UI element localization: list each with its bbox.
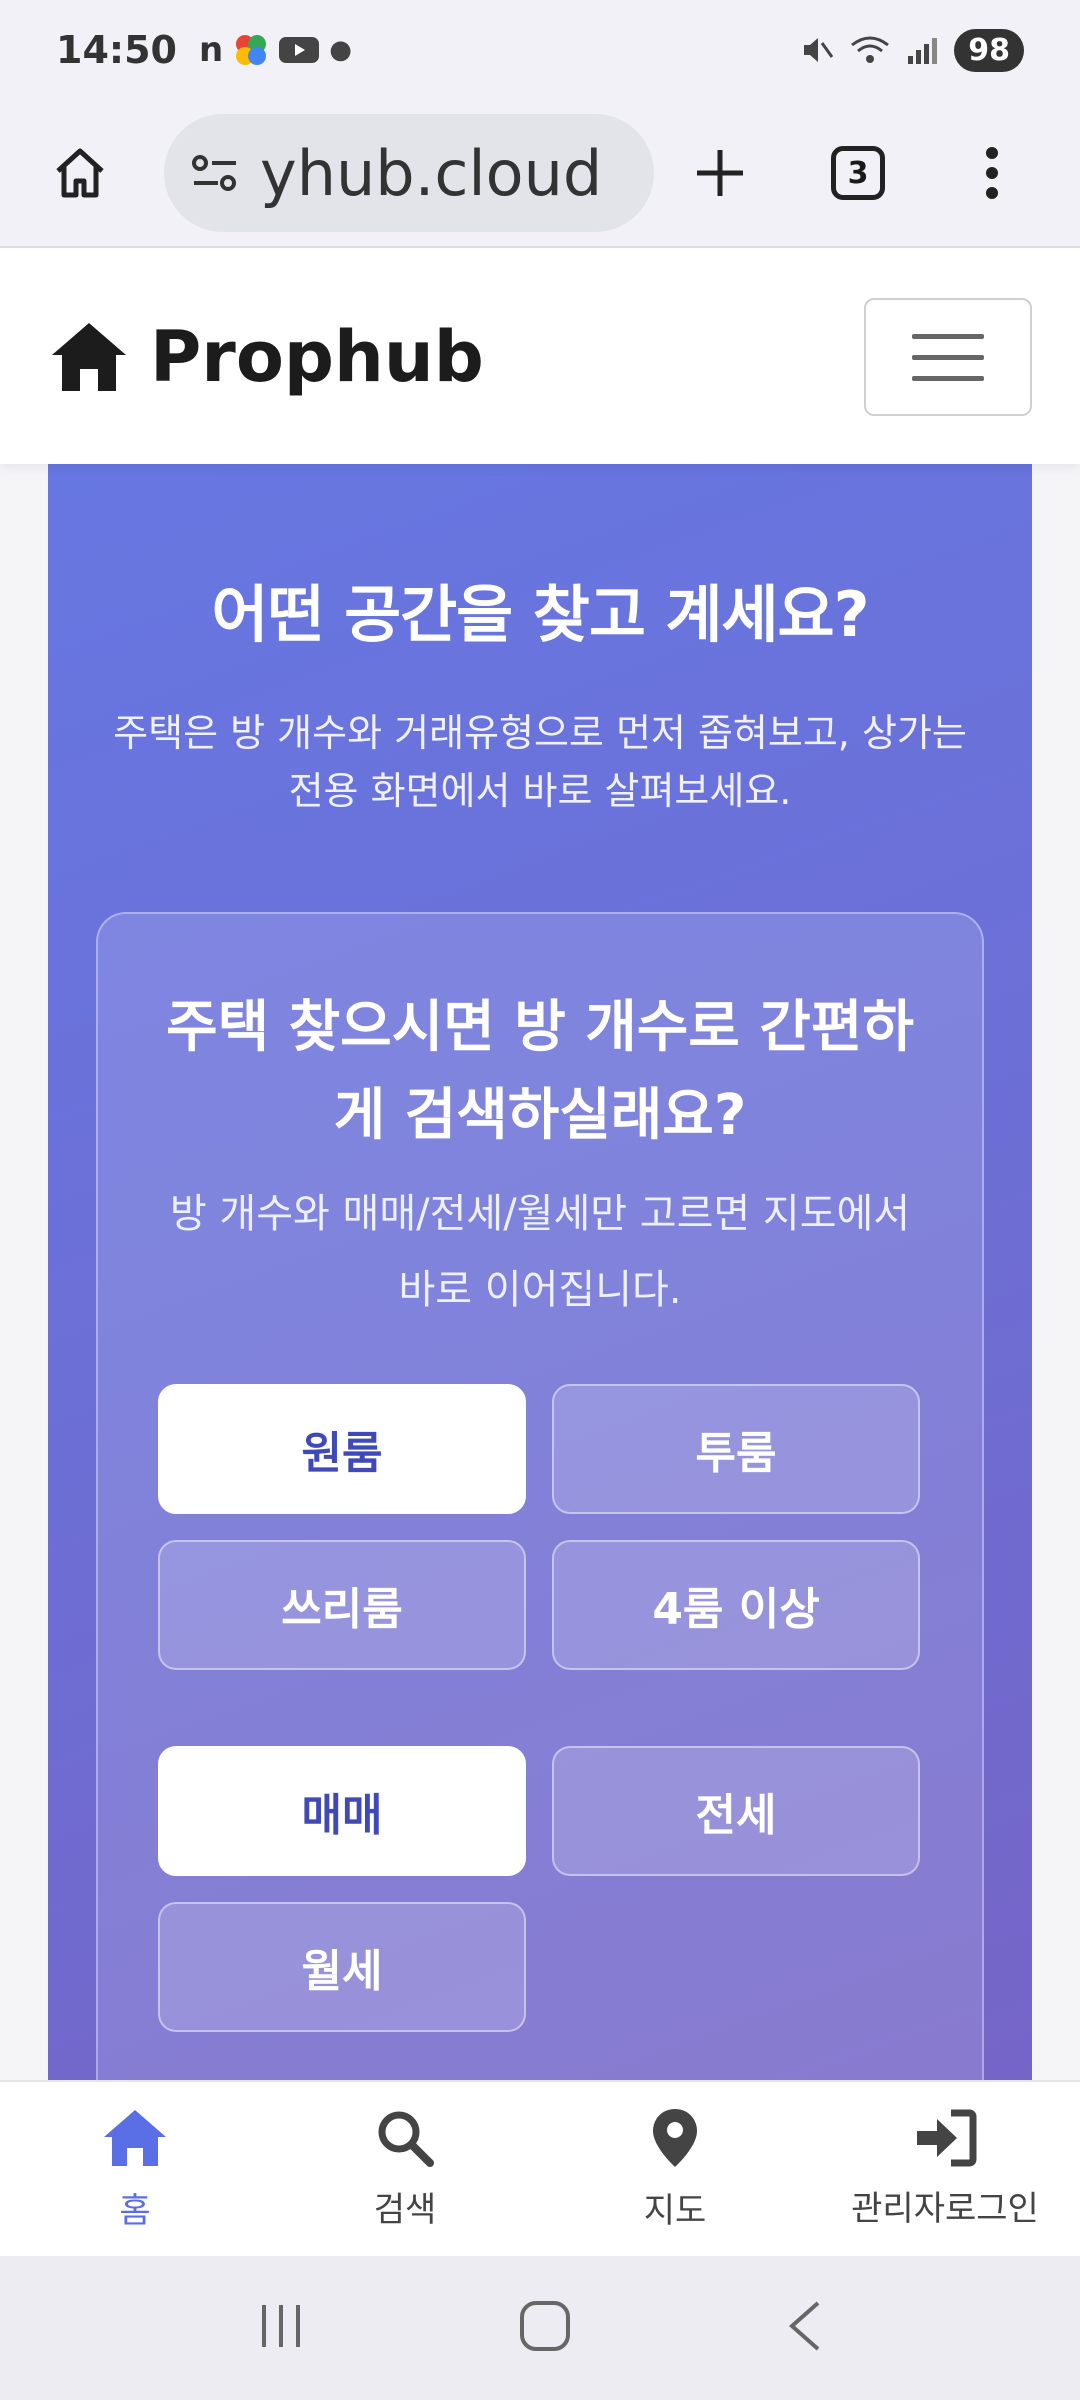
browser-home-button[interactable] xyxy=(40,133,120,213)
new-tab-button[interactable] xyxy=(680,133,760,213)
site-settings-icon xyxy=(192,155,236,191)
nav-label-admin-login: 관리자로그인 xyxy=(851,2188,1039,2229)
browser-toolbar: yhub.cloud 3 xyxy=(0,100,1080,248)
url-text: yhub.cloud xyxy=(260,136,603,210)
status-app-icons: n ● xyxy=(199,30,352,70)
hero-subtitle: 주택은 방 개수와 거래유형으로 먼저 좁혀보고, 상가는 전용 화면에서 바로… xyxy=(113,711,967,813)
deal-option-monthly[interactable]: 월세 xyxy=(158,1902,526,2032)
card-subtitle: 방 개수와 매매/전세/월세만 고르면 지도에서 바로 이어집니다. xyxy=(169,1191,911,1313)
room-option-tworoom[interactable]: 투룸 xyxy=(552,1384,920,1514)
housing-search-card: 주택 찾으시면 방 개수로 간편하게 검색하실래요? 방 개수와 매매/전세/월… xyxy=(96,912,984,2080)
nav-item-admin-login[interactable]: 관리자로그인 xyxy=(810,2082,1080,2256)
room-options: 원룸 투룸 쓰리룸 4룸 이상 xyxy=(158,1384,920,1670)
signal-icon xyxy=(908,38,938,64)
hamburger-line xyxy=(912,354,984,360)
site-header: Prophub xyxy=(0,250,1080,464)
browser-menu-button[interactable] xyxy=(952,133,1032,213)
login-icon xyxy=(917,2109,977,2166)
hamburger-line xyxy=(912,333,984,339)
navbar-toggle-button[interactable] xyxy=(864,298,1032,416)
home-square-icon xyxy=(520,2301,570,2351)
dot-icon: ● xyxy=(329,35,352,65)
search-icon xyxy=(378,2111,434,2167)
brand-link[interactable]: Prophub xyxy=(48,316,484,398)
page-content: 어떤 공간을 찾고 계세요? 주택은 방 개수와 거래유형으로 먼저 좁혀보고,… xyxy=(0,464,1080,2080)
hamburger-line xyxy=(912,375,984,381)
wifi-icon xyxy=(851,36,890,63)
nav-label-search: 검색 xyxy=(373,2189,437,2230)
deal-option-jeonse[interactable]: 전세 xyxy=(552,1746,920,1876)
deal-options: 매매 전세 월세 xyxy=(158,1746,920,2032)
nav-label-map: 지도 xyxy=(643,2190,707,2231)
home-brand-icon xyxy=(52,323,126,391)
recent-apps-button[interactable] xyxy=(256,2301,306,2355)
system-navigation-bar xyxy=(0,2256,1080,2400)
battery-badge: 98 xyxy=(954,28,1024,72)
status-bar: 14:50 n ● 98 xyxy=(0,0,1080,100)
back-chevron-icon xyxy=(788,2301,820,2351)
nav-item-search[interactable]: 검색 xyxy=(270,2082,540,2256)
youtube-icon xyxy=(279,37,320,63)
deal-option-sale[interactable]: 매매 xyxy=(158,1746,526,1876)
nav-item-map[interactable]: 지도 xyxy=(540,2082,810,2256)
brand-name: Prophub xyxy=(150,316,484,398)
mute-icon xyxy=(804,38,834,62)
card-title: 주택 찾으시면 방 개수로 간편하게 검색하실래요? xyxy=(166,995,914,1148)
hero-section: 어떤 공간을 찾고 계세요? 주택은 방 개수와 거래유형으로 먼저 좁혀보고,… xyxy=(48,464,1032,2080)
home-icon xyxy=(104,2109,166,2166)
recent-apps-icon xyxy=(262,2305,300,2347)
plus-icon xyxy=(697,150,743,196)
nav-label-home: 홈 xyxy=(119,2190,151,2231)
room-option-threeroom[interactable]: 쓰리룸 xyxy=(158,1540,526,1670)
more-vertical-icon xyxy=(986,147,998,199)
hero-title: 어떤 공간을 찾고 계세요? xyxy=(211,578,869,651)
home-outline-icon xyxy=(56,148,104,198)
nav-item-home[interactable]: 홈 xyxy=(0,2082,270,2256)
tab-switcher-button[interactable]: 3 xyxy=(818,133,898,213)
tab-count: 3 xyxy=(831,146,885,200)
n-icon: n xyxy=(198,30,224,70)
home-system-button[interactable] xyxy=(518,2299,572,2357)
map-pin-icon xyxy=(653,2108,697,2167)
colorful-app-icon xyxy=(236,35,267,65)
bottom-nav: 홈 검색 지도 관리자로그인 xyxy=(0,2080,1080,2256)
status-time: 14:50 xyxy=(56,28,177,72)
room-option-oneroom[interactable]: 원룸 xyxy=(158,1384,526,1514)
address-bar[interactable]: yhub.cloud xyxy=(164,114,654,232)
room-option-fourplus[interactable]: 4룸 이상 xyxy=(552,1540,920,1670)
back-button[interactable] xyxy=(784,2299,824,2357)
